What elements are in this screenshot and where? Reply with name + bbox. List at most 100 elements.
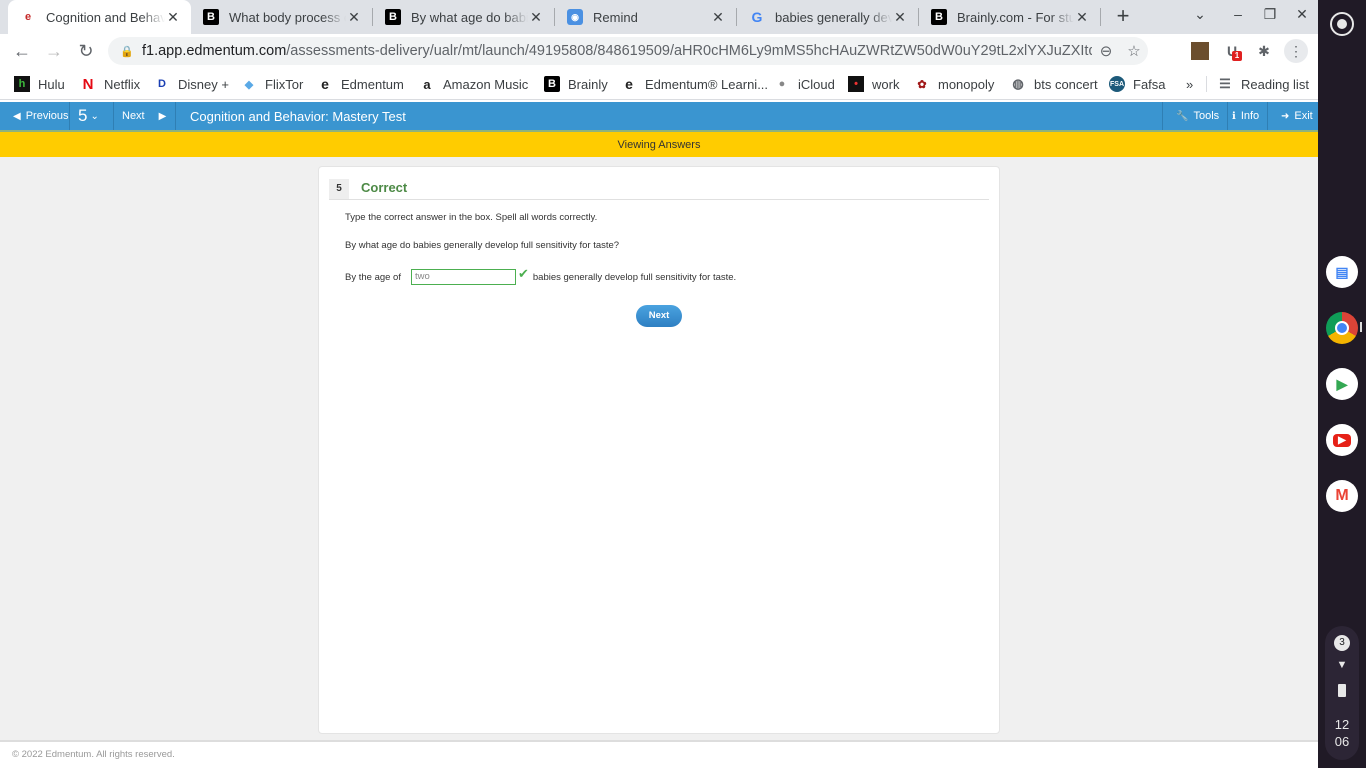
next-button[interactable]: Next [636, 305, 682, 327]
bookmark-icloud[interactable]: ● iCloud [774, 75, 835, 93]
bookmark-edmentum[interactable]: e Edmentum [317, 75, 404, 93]
up-extension-icon[interactable]: U1 [1223, 42, 1242, 61]
back-icon[interactable]: ← [10, 39, 34, 63]
bookmark-netflix[interactable]: N Netflix [80, 75, 141, 93]
tab-strip: e Cognition and Behavior: Mastery Test ✕… [0, 0, 1318, 34]
close-icon[interactable]: ✕ [710, 9, 726, 26]
tab-what-body-process[interactable]: B What body process could ✕ [191, 0, 372, 34]
question-number: 5 [78, 106, 88, 125]
clock-hour: 12 [1334, 717, 1350, 732]
zoom-icon[interactable]: ⊖ [1092, 42, 1120, 60]
bookmark-amazon-music[interactable]: a Amazon Music [419, 75, 528, 93]
status-tray[interactable]: 3 ▼ 12 06 [1325, 626, 1359, 760]
active-app-indicator [1360, 322, 1362, 332]
next-header-button[interactable]: Next ▶ [114, 102, 176, 130]
extensions-puzzle-icon[interactable]: ✱ [1255, 42, 1273, 60]
brainly-icon: B [931, 9, 947, 25]
bookmark-flixtor[interactable]: ◆ FlixTor [241, 75, 304, 93]
tab-brainly[interactable]: B Brainly.com - For students ✕ [919, 0, 1100, 34]
bookmark-hulu[interactable]: h Hulu [14, 75, 65, 93]
monopoly-icon: ✿ [917, 78, 927, 91]
minecraft-extension-icon[interactable] [1191, 42, 1209, 60]
bookmarks-bar: h Hulu N Netflix D Disney + ◆ FlixTor e Edmen… [0, 68, 1318, 100]
youtube-icon[interactable]: ▶ [1326, 424, 1358, 456]
answer-input[interactable]: two [410, 269, 516, 285]
previous-button[interactable]: ◀ Previous [0, 102, 70, 130]
play-store-icon[interactable]: ▶ [1326, 368, 1358, 400]
address-bar[interactable]: 🔒 f1.app.edmentum.com/assessments-delive… [108, 37, 1148, 65]
close-icon[interactable]: ✕ [1074, 9, 1090, 26]
tab-search-icon[interactable]: ⌄ [1190, 6, 1210, 23]
tab-remind[interactable]: ◉ Remind ✕ [555, 0, 736, 34]
answer-prefix: By the age of [345, 271, 401, 283]
bookmark-label: Hulu [38, 76, 65, 92]
bookmark-label: bts concert [1034, 76, 1098, 92]
gmail-icon[interactable]: M [1326, 480, 1358, 512]
restore-icon[interactable]: ❐ [1260, 6, 1280, 23]
tab-title: Remind [593, 9, 638, 25]
reading-list-button[interactable]: ☰ Reading list [1217, 75, 1309, 93]
info-icon: ℹ [1232, 110, 1236, 122]
bookmark-label: monopoly [938, 76, 995, 92]
question-number-badge: 5 [329, 179, 349, 199]
reading-list-icon: ☰ [1219, 76, 1231, 91]
close-icon[interactable]: ✕ [165, 9, 181, 26]
checkmark-icon: ✔ [517, 266, 529, 281]
netflix-icon: N [82, 75, 94, 93]
bookmark-disney[interactable]: D Disney + [154, 75, 229, 93]
close-icon[interactable]: ✕ [346, 9, 362, 26]
lock-icon: 🔒 [120, 45, 134, 58]
answer-suffix: babies generally develop full sensitivit… [532, 271, 737, 283]
bookmark-label: Fafsa [1133, 76, 1166, 92]
bookmarks-overflow-button[interactable]: » [1186, 75, 1193, 93]
menu-kebab-icon[interactable]: ⋮ [1284, 39, 1308, 63]
bookmark-edmentum-learning[interactable]: e Edmentum® Learni... [621, 75, 768, 93]
bookmark-monopoly[interactable]: ✿ monopoly [914, 75, 994, 93]
question-selector[interactable]: 5 ⌄ [70, 102, 114, 130]
edmentum-icon: e [625, 76, 633, 92]
launcher-icon[interactable] [1330, 12, 1354, 36]
bookmark-label: FlixTor [265, 76, 304, 92]
tab-title: Brainly.com - For students [957, 9, 1074, 25]
browser-window: e Cognition and Behavior: Mastery Test ✕… [0, 0, 1318, 768]
viewing-answers-banner: Viewing Answers [0, 130, 1318, 157]
close-icon[interactable]: ✕ [892, 9, 908, 26]
clock: 12 06 [1325, 716, 1359, 750]
flixtor-icon: ◆ [244, 78, 254, 91]
bookmark-work[interactable]: • work [848, 75, 899, 93]
next-label: Next [122, 110, 145, 122]
globe-icon: ◍ [1012, 76, 1024, 91]
work-icon: • [848, 76, 864, 92]
close-icon[interactable]: ✕ [528, 9, 544, 26]
url-text[interactable]: f1.app.edmentum.com/assessments-delivery… [142, 43, 1092, 59]
battery-icon [1338, 684, 1346, 697]
close-window-icon[interactable]: ✕ [1292, 6, 1312, 23]
google-docs-icon[interactable]: ▤ [1326, 256, 1358, 288]
tab-divider [1100, 8, 1101, 26]
overflow-label: » [1186, 76, 1194, 92]
minimize-icon[interactable]: – [1228, 6, 1248, 22]
bookmark-label: Edmentum® Learni... [645, 76, 769, 92]
content-area: 5 Correct Type the correct answer in the… [0, 157, 1318, 740]
reload-icon[interactable]: ↻ [74, 39, 98, 63]
chrome-icon[interactable] [1326, 312, 1358, 344]
brainly-icon: B [203, 9, 219, 25]
bookmark-star-icon[interactable]: ☆ [1120, 42, 1148, 60]
bookmark-fafsa[interactable]: FSA Fafsa [1109, 75, 1166, 93]
tab-google-search[interactable]: G babies generally develop ✕ [737, 0, 918, 34]
hulu-icon: h [14, 76, 30, 92]
exit-button[interactable]: ➜ Exit [1268, 102, 1321, 130]
info-button[interactable]: ℹ Info [1219, 102, 1269, 130]
bookmark-label: iCloud [798, 76, 835, 92]
bookmark-brainly[interactable]: B Brainly [544, 75, 608, 93]
tab-cognition[interactable]: e Cognition and Behavior: Mastery Test ✕ [8, 0, 191, 34]
info-label: Info [1240, 110, 1260, 122]
remind-icon: ◉ [567, 9, 583, 25]
bookmark-bts-concert[interactable]: ◍ bts concert [1010, 75, 1098, 93]
bookmark-label: Amazon Music [443, 76, 529, 92]
new-tab-button[interactable]: + [1111, 4, 1135, 28]
tab-by-what-age[interactable]: B By what age do babies ✕ [373, 0, 554, 34]
tab-title: What body process could [229, 9, 346, 25]
forward-icon[interactable]: → [42, 39, 66, 63]
bookmark-label: Edmentum [341, 76, 404, 92]
